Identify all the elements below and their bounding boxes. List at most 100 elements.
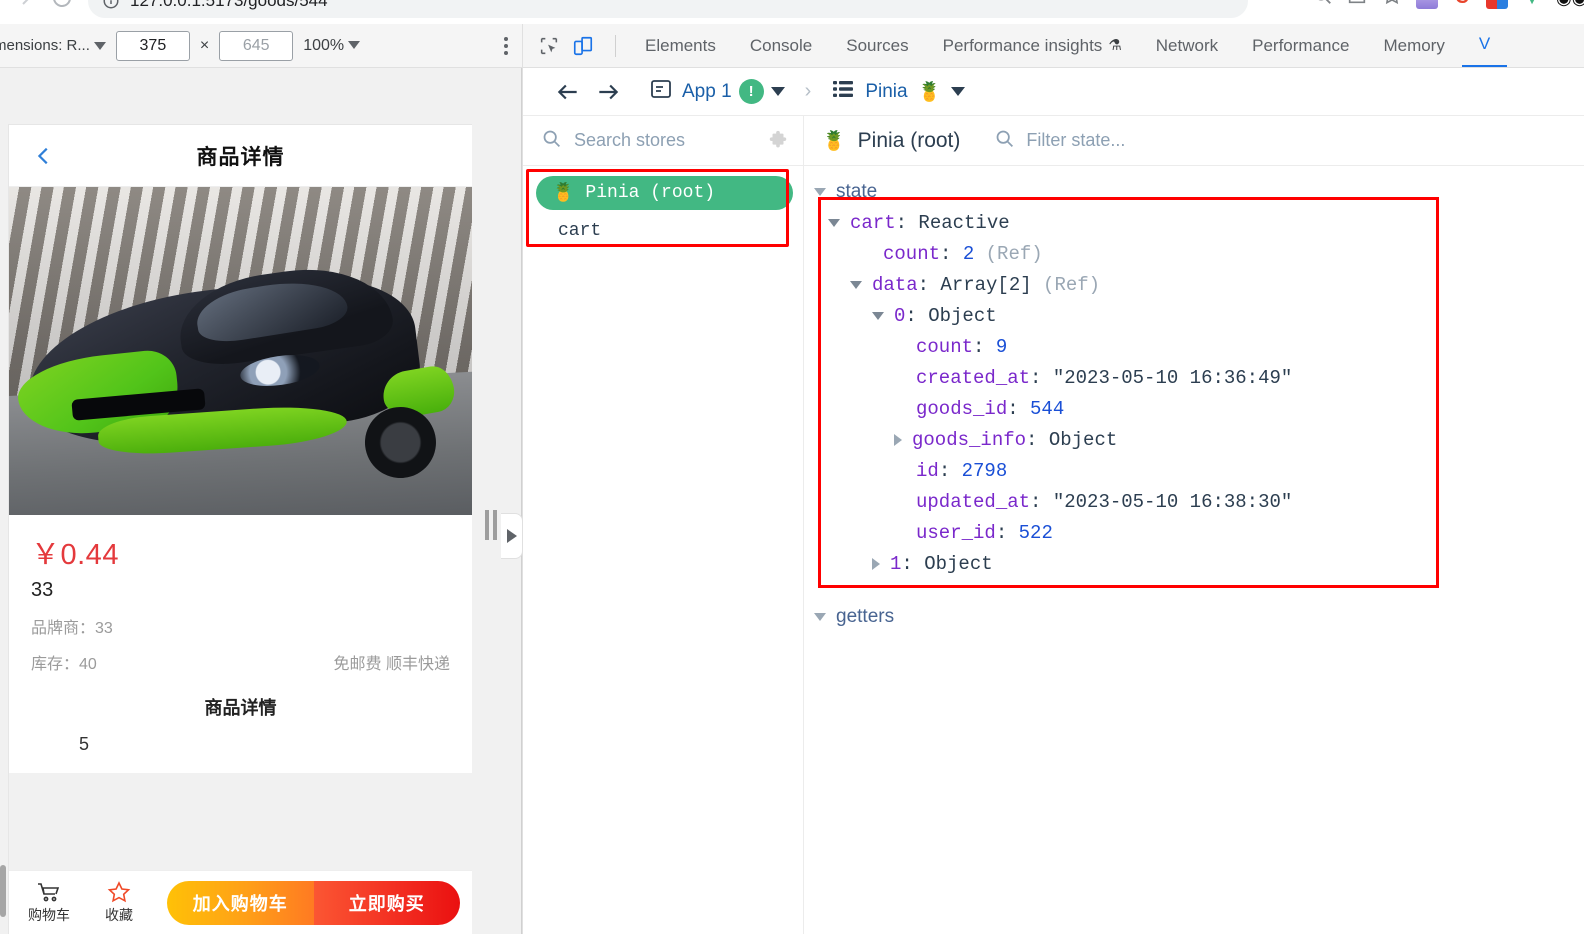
bookmark-star-icon[interactable]	[1381, 0, 1403, 11]
product-detail-body: 5	[79, 734, 90, 754]
product-shipping: 免邮费 顺丰快递	[333, 656, 450, 673]
kebab-dot	[504, 36, 508, 41]
star-icon	[107, 880, 131, 902]
tab-console[interactable]: Console	[733, 24, 829, 67]
device-viewport-area: 商品详情 ￥0.44 33 品牌商：33 库存：40 免邮费 顺丰快递 商品详情…	[0, 68, 522, 934]
tab-sources[interactable]: Sources	[829, 24, 925, 67]
getters-section-toggle[interactable]: getters	[804, 601, 1584, 632]
pineapple-icon: 🍍	[822, 130, 846, 152]
pineapple-icon: 🍍	[917, 81, 942, 103]
cart-tab-button[interactable]: 购物车	[21, 881, 77, 925]
chevron-right-icon[interactable]	[894, 433, 902, 446]
state-key: cart	[850, 211, 896, 234]
state-node-count[interactable]: count: 2 (Ref)	[804, 238, 1584, 269]
product-stock-row: 库存：40 免邮费 顺丰快递	[31, 650, 450, 674]
chevron-down-icon[interactable]	[828, 218, 840, 227]
state-node-item-0-goods-id[interactable]: goods_id: 544	[804, 393, 1584, 424]
device-preset-label: mensions: R...	[0, 37, 90, 54]
plugin-selector[interactable]: Pinia 🍍	[831, 79, 966, 105]
panel-splitter[interactable]	[472, 68, 523, 934]
store-search-placeholder: Search stores	[574, 130, 686, 150]
grip-bar	[485, 510, 489, 540]
puzzle-piece-icon[interactable]	[767, 130, 789, 152]
store-list: 🍍 Pinia (root) cart	[523, 166, 803, 934]
page-title: 商品详情	[196, 145, 285, 169]
store-item-pinia-root[interactable]: 🍍 Pinia (root)	[536, 176, 793, 210]
add-to-cart-button[interactable]: 加入购物车	[167, 880, 314, 925]
state-node-data[interactable]: data: Array[2] (Ref)	[804, 269, 1584, 300]
device-toolbar-more-button[interactable]	[504, 36, 508, 55]
state-node-item-0-created-at[interactable]: created_at: "2023-05-10 16:36:49"	[804, 362, 1584, 393]
chevron-down-icon[interactable]	[850, 280, 862, 289]
state-node-item-0-count[interactable]: count: 9	[804, 331, 1584, 362]
state-filter-bar[interactable]: Filter state...	[994, 128, 1125, 154]
product-brand: 品牌商：33	[31, 620, 113, 637]
viewport-width-input[interactable]: 375	[115, 30, 190, 61]
state-node-item-0-goods-info[interactable]: goods_info: Object	[804, 424, 1584, 455]
extension-glasses-icon[interactable]: ◉◉	[1556, 0, 1584, 9]
device-preset-dropdown[interactable]: mensions: R...	[0, 37, 106, 54]
viewport-zoom-label: 100%	[303, 36, 345, 54]
store-search-bar[interactable]: Search stores	[523, 116, 803, 166]
state-ref-tag: (Ref)	[985, 242, 1043, 265]
state-node-item-1[interactable]: 1: Object	[804, 548, 1584, 579]
search-icon	[541, 128, 562, 154]
toolbar-divider	[615, 34, 616, 57]
state-value: 9	[995, 335, 1008, 358]
favorite-tab-button[interactable]: 收藏	[91, 880, 147, 925]
tab-elements[interactable]: Elements	[628, 24, 733, 67]
tab-memory[interactable]: Memory	[1366, 24, 1461, 67]
state-value: 2	[962, 242, 975, 265]
state-key: updated_at	[916, 490, 1031, 513]
state-node-cart[interactable]: cart: Reactive	[804, 207, 1584, 238]
tab-vue[interactable]: V	[1461, 24, 1508, 67]
app-selector[interactable]: App 1 !	[649, 77, 785, 107]
extension-purple-icon[interactable]	[1416, 0, 1438, 9]
state-section-toggle[interactable]: state	[804, 176, 1584, 207]
vue-devtools-header: App 1 ! › Pinia 🍍	[523, 68, 1584, 116]
state-inspector: 🍍 Pinia (root) Filter state... state car…	[804, 116, 1584, 934]
viewport-zoom-dropdown[interactable]: 100%	[303, 36, 361, 55]
extension-pdf-icon[interactable]	[1486, 0, 1508, 9]
splitter-grip-handle[interactable]	[485, 510, 497, 540]
buy-now-button[interactable]: 立即购买	[313, 880, 460, 925]
state-node-item-0[interactable]: 0: Object	[804, 300, 1584, 331]
info-circle-icon[interactable]	[102, 0, 120, 10]
state-node-item-0-user-id[interactable]: user_id: 522	[804, 517, 1584, 548]
state-type: Reactive	[918, 211, 1010, 234]
tab-performance-insights[interactable]: Performance insights ⚗	[926, 24, 1139, 67]
product-name: 33	[31, 579, 54, 601]
zoom-out-icon[interactable]	[1311, 0, 1333, 11]
chevron-left-icon[interactable]	[33, 145, 55, 167]
app-window-icon	[649, 77, 673, 107]
state-node-item-0-id[interactable]: id: 2798	[804, 455, 1584, 486]
device-toolbar-icon[interactable]	[569, 32, 597, 60]
car-illustration	[14, 257, 462, 482]
reload-icon[interactable]	[50, 0, 74, 15]
state-colon: :	[1007, 397, 1019, 420]
inspect-element-icon[interactable]	[535, 32, 563, 60]
address-bar[interactable]: 127.0.0.1:5173/goods/544	[88, 0, 1248, 18]
tab-performance[interactable]: Performance	[1235, 24, 1366, 67]
state-tree: state cart: Reactive count: 2 (Ref) data…	[804, 166, 1584, 934]
forward-arrow-icon[interactable]	[10, 0, 34, 15]
arrow-left-icon[interactable]	[555, 79, 581, 105]
viewport-width-value: 375	[139, 36, 167, 54]
share-icon[interactable]	[1346, 0, 1368, 11]
store-item-cart[interactable]: cart	[536, 214, 793, 248]
arrow-right-icon[interactable]	[595, 79, 621, 105]
viewport-height-value: 645	[242, 36, 270, 54]
extension-vue-icon[interactable]: ▼	[1521, 0, 1543, 9]
viewport-scrollbar[interactable]	[0, 865, 6, 917]
tab-network[interactable]: Network	[1139, 24, 1235, 67]
extension-clickup-icon[interactable]: C	[1451, 0, 1473, 9]
pineapple-icon: 🍍	[552, 184, 575, 204]
state-node-item-0-updated-at[interactable]: updated_at: "2023-05-10 16:38:30"	[804, 486, 1584, 517]
product-price: ￥0.44	[31, 539, 119, 571]
chevron-right-icon[interactable]	[872, 557, 880, 570]
sidebar-expand-button[interactable]	[501, 513, 523, 559]
viewport-height-input[interactable]: 645	[219, 30, 294, 61]
chevron-down-icon[interactable]	[872, 311, 884, 320]
state-colon: :	[901, 552, 913, 575]
state-inspector-header: 🍍 Pinia (root) Filter state...	[804, 116, 1584, 166]
